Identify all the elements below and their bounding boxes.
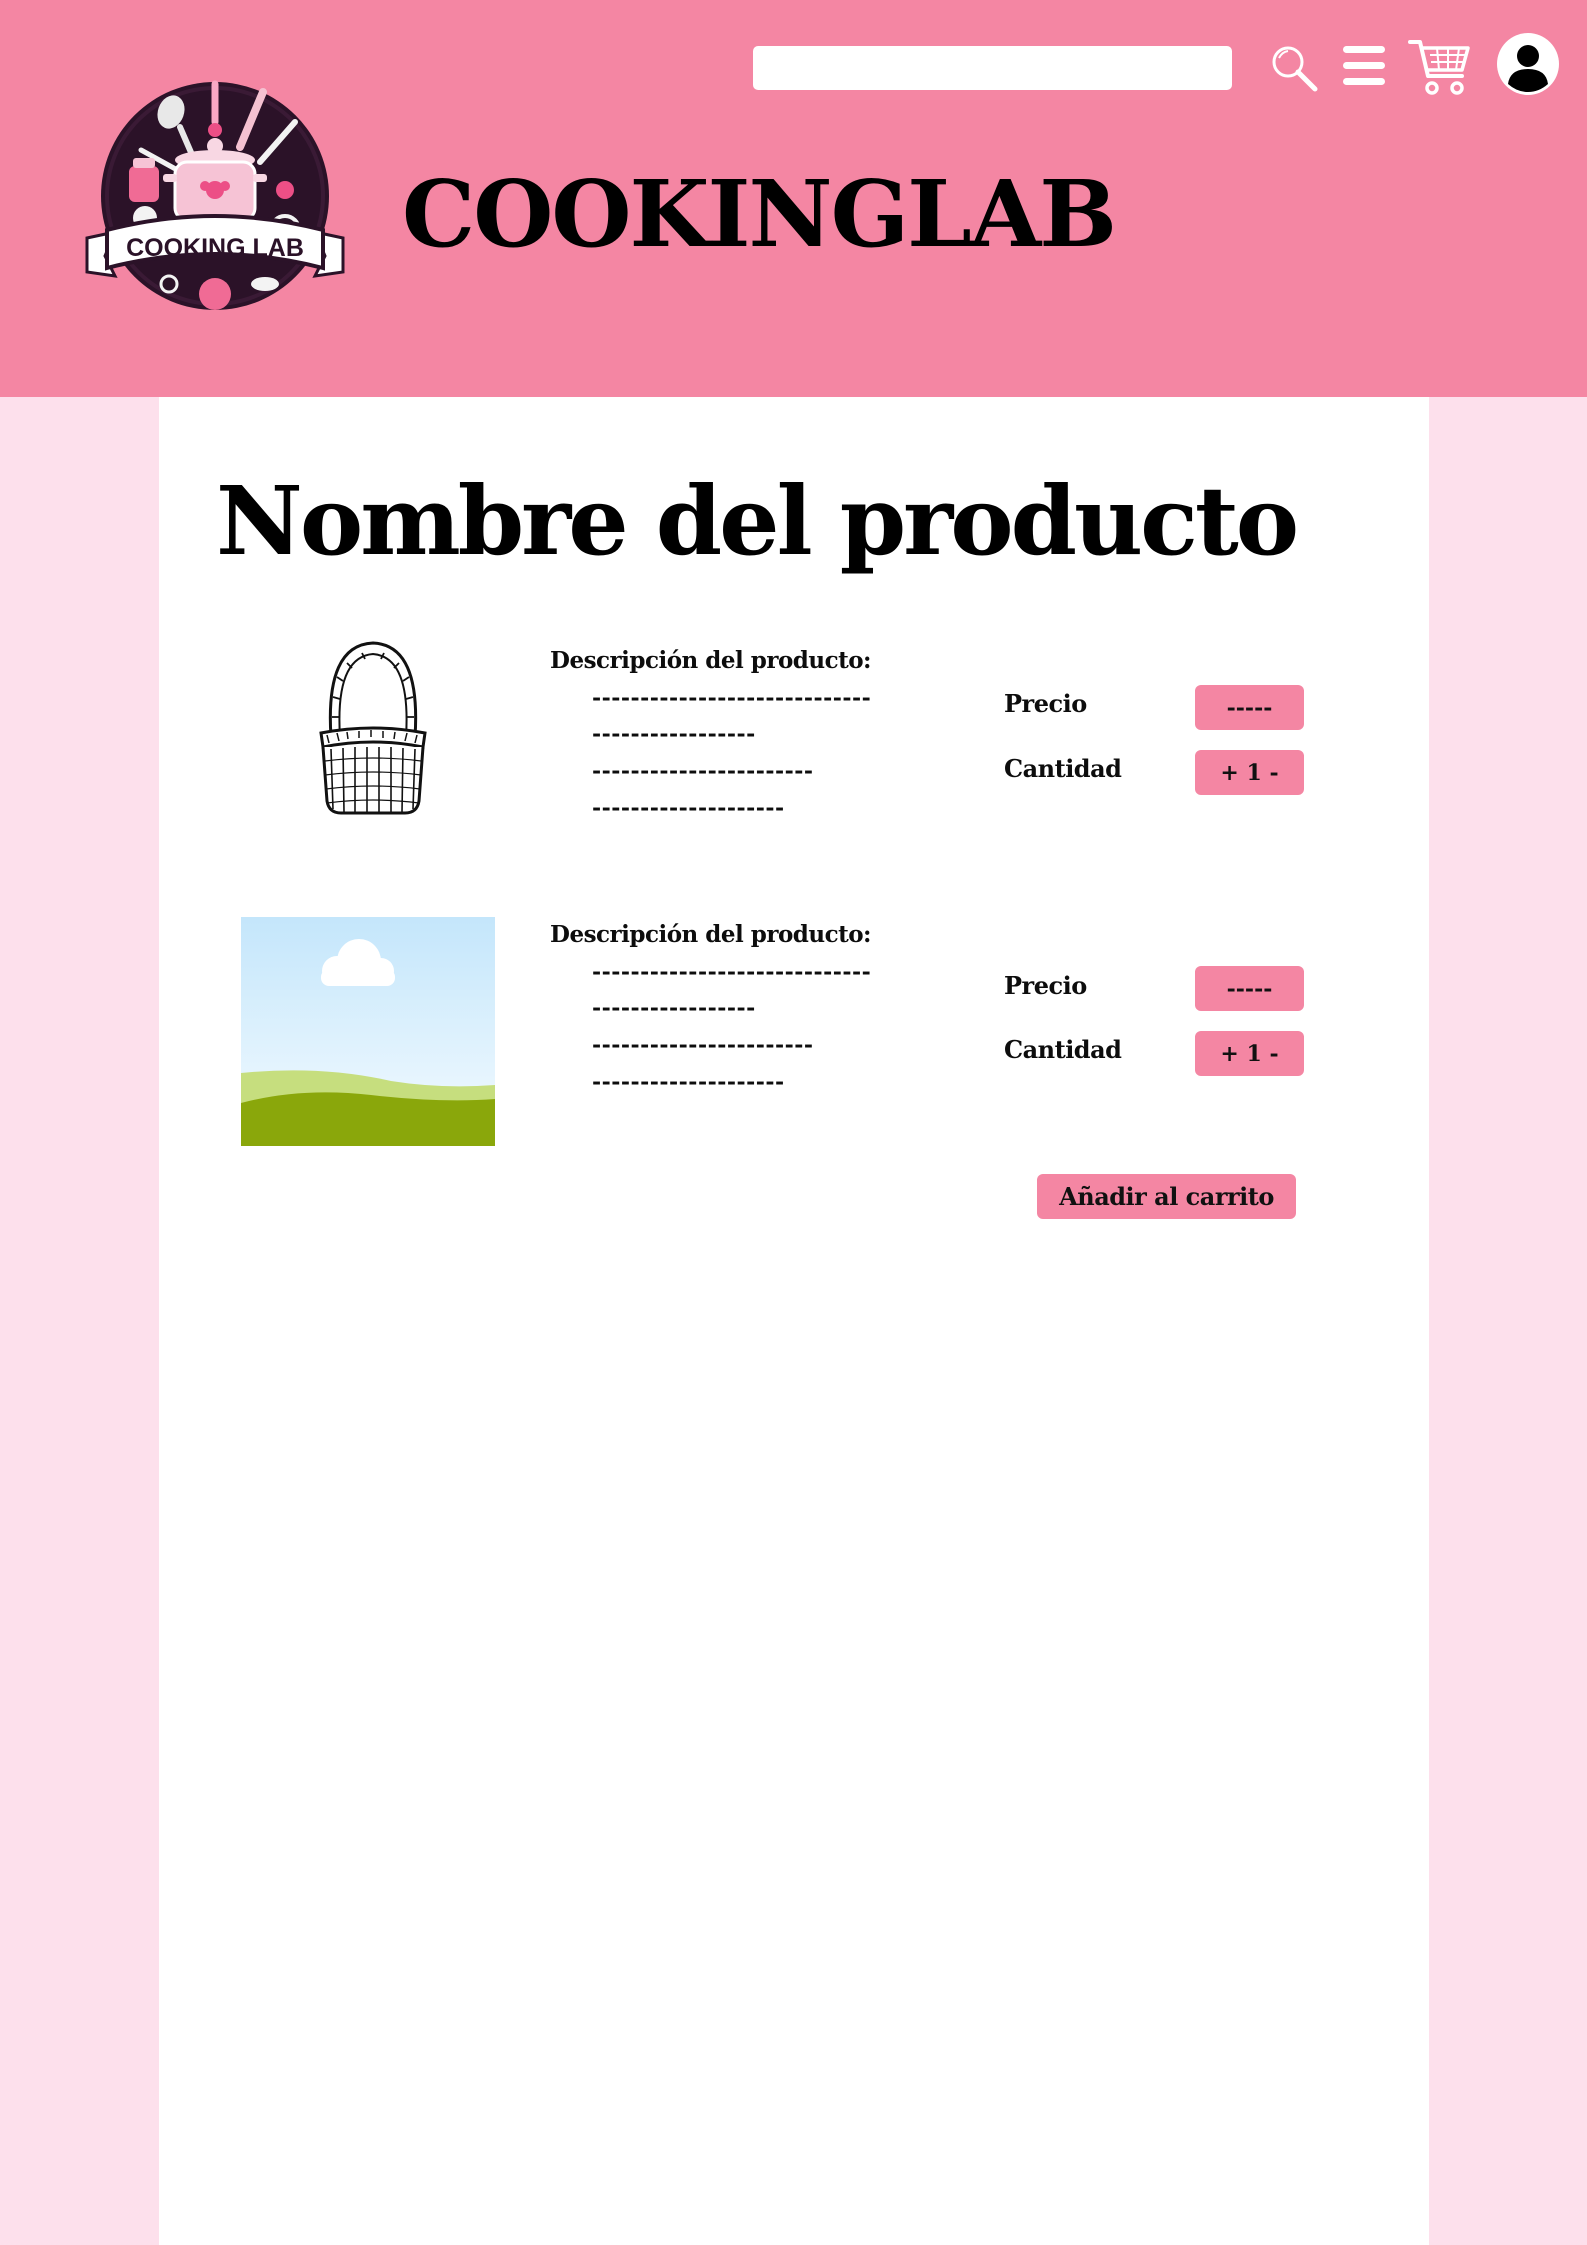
landscape-placeholder-image — [241, 917, 495, 1146]
search-icon[interactable] — [1268, 42, 1320, 94]
description-line: ----------------- — [592, 995, 756, 1021]
cooking-lab-logo: COOKING LAB — [85, 80, 345, 310]
description-line: ----------------- — [592, 721, 756, 747]
description-line: -------------------- — [592, 1069, 785, 1095]
description-line: ----------------------------- — [592, 685, 872, 711]
description-line: ----------------------------- — [592, 959, 872, 985]
quantity-stepper[interactable]: + 1 - — [1195, 1031, 1304, 1076]
price-field: ----- — [1195, 685, 1304, 730]
menu-icon[interactable] — [1342, 44, 1386, 88]
quantity-label: Cantidad — [1004, 754, 1122, 783]
search-input[interactable] — [753, 46, 1232, 90]
product-item: Descripción del producto: --------------… — [159, 637, 1429, 867]
basket-image — [319, 641, 427, 815]
brand-title: COOKINGLAB — [402, 160, 1117, 268]
quantity-stepper[interactable]: + 1 - — [1195, 750, 1304, 795]
description-line: -------------------- — [592, 795, 785, 821]
description-title: Descripción del producto: — [550, 647, 872, 674]
description-line: ----------------------- — [592, 1032, 814, 1058]
product-item: Descripción del producto: --------------… — [159, 907, 1429, 1146]
description-line: ----------------------- — [592, 758, 814, 784]
price-label: Precio — [1004, 689, 1087, 718]
price-label: Precio — [1004, 971, 1087, 1000]
quantity-label: Cantidad — [1004, 1035, 1122, 1064]
cart-icon[interactable] — [1408, 36, 1472, 98]
header-bar: COOKING LAB COOKINGLAB — [0, 0, 1587, 397]
svg-text:COOKING LAB: COOKING LAB — [126, 234, 304, 262]
add-to-cart-button[interactable]: Añadir al carrito — [1037, 1174, 1296, 1219]
main-content: Nombre del producto Descripción del prod… — [159, 397, 1429, 2245]
price-field: ----- — [1195, 966, 1304, 1011]
user-icon[interactable] — [1496, 32, 1560, 96]
page-title: Nombre del producto — [216, 466, 1299, 577]
description-title: Descripción del producto: — [550, 921, 872, 948]
